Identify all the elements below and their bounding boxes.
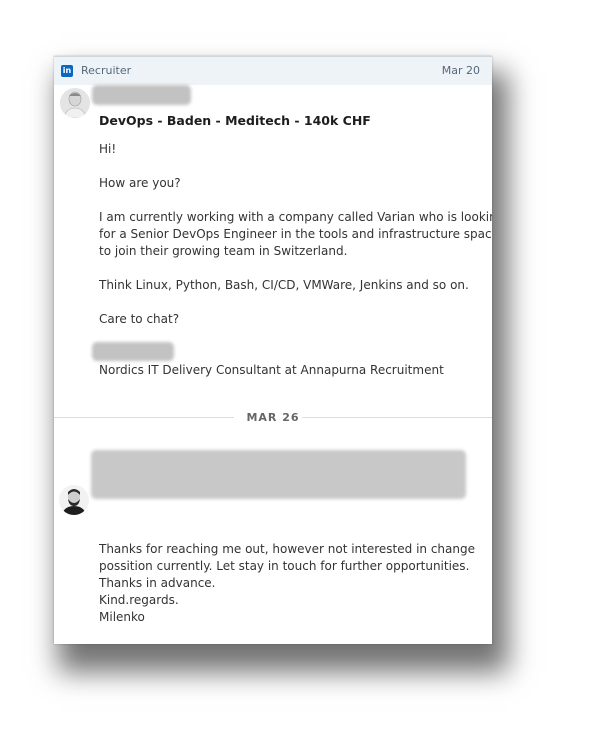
message-line: I am currently working with a company ca… [99, 210, 492, 224]
recruiter-avatar[interactable] [60, 88, 90, 118]
reply-line: Milenko [99, 610, 145, 624]
reply-line: Kind.regards. [99, 593, 179, 607]
linkedin-icon: in [61, 65, 73, 77]
message-line: Think Linux, Python, Bash, CI/CD, VMWare… [99, 278, 469, 292]
reply-line: Thanks in advance. [99, 576, 216, 590]
signature-name-redacted [92, 342, 174, 361]
thread-header: in Recruiter Mar 20 [54, 56, 492, 85]
message-line: Care to chat? [99, 312, 180, 326]
message-subject: DevOps - Baden - Meditech - 140k CHF [99, 113, 371, 128]
sender-name-redacted [92, 85, 191, 105]
message-line: for a Senior DevOps Engineer in the tool… [99, 227, 492, 241]
date-divider: MAR 26 [246, 411, 300, 424]
reply-header-redacted [91, 450, 466, 499]
header-label: Recruiter [81, 64, 132, 77]
reply-line: possition currently. Let stay in touch f… [99, 559, 470, 573]
message-line: How are you? [99, 176, 181, 190]
message-line: Hi! [99, 142, 117, 156]
message-thread: in Recruiter Mar 20 DevOps - Baden - Med… [54, 56, 492, 644]
reply-line: Thanks for reaching me out, however not … [99, 542, 475, 556]
user-avatar[interactable] [59, 485, 89, 515]
message-signature: Nordics IT Delivery Consultant at Annapu… [99, 363, 444, 377]
header-date: Mar 20 [441, 64, 480, 77]
message-line: to join their growing team in Switzerlan… [99, 244, 348, 258]
